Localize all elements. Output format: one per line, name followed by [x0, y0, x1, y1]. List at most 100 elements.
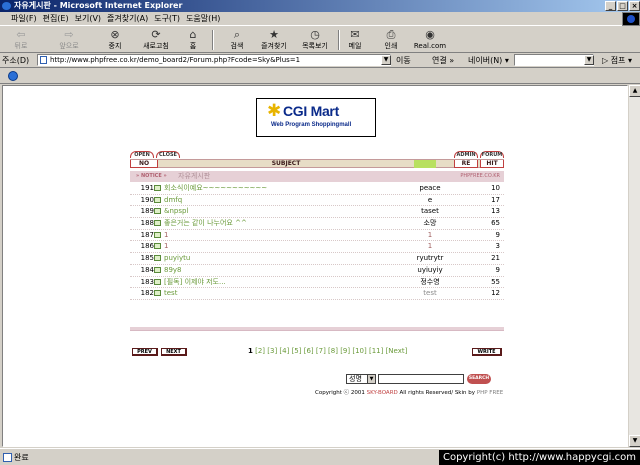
post-subject[interactable]: 좋은거는 같이 나누어요 ^^ — [164, 218, 247, 229]
search-button[interactable]: ⌕ 검색 — [226, 28, 248, 52]
menu-favorites[interactable]: 즐겨찾기(A) — [104, 12, 151, 26]
menu-edit[interactable]: 편집(E) — [40, 12, 72, 26]
go-button[interactable]: 이동 — [396, 55, 411, 66]
menubar: 파일(F) 편집(E) 보기(V) 즐겨찾기(A) 도구(T) 도움말(H) — [0, 12, 640, 26]
post-icon — [154, 290, 161, 297]
refresh-icon: ⟳ — [151, 28, 161, 41]
menu-view[interactable]: 보기(V) — [72, 12, 104, 26]
table-row[interactable]: 184 89y8 uyiuyiy 9 — [130, 265, 504, 277]
naver-search-input[interactable] — [514, 54, 594, 66]
close-button[interactable]: × — [629, 1, 640, 11]
page-link[interactable]: [11] — [369, 347, 383, 355]
scroll-up-icon[interactable]: ▲ — [629, 85, 640, 97]
phpfree-link[interactable]: PHP FREE — [477, 390, 503, 396]
print-button[interactable]: ⎙ 인쇄 — [380, 28, 402, 52]
stop-button[interactable]: ⊗ 중지 — [104, 28, 126, 52]
menu-tools[interactable]: 도구(T) — [151, 12, 183, 26]
post-subject[interactable]: [필독] 이제야 저도... — [164, 277, 226, 288]
address-input[interactable]: http://www.phpfree.co.kr/demo_board2/For… — [37, 54, 391, 66]
vertical-scrollbar[interactable]: ▲ ▼ — [628, 85, 640, 447]
page-next-link[interactable]: [Next] — [386, 347, 408, 355]
post-subject[interactable]: dmfq — [164, 195, 182, 206]
naver-toolbar-button[interactable]: 네이버(N) ▾ — [468, 55, 509, 66]
post-hits: 9 — [495, 265, 500, 274]
print-icon: ⎙ — [386, 28, 396, 41]
back-button[interactable]: ⇦ 뒤로 — [6, 28, 36, 52]
search-input[interactable] — [378, 374, 464, 384]
post-number: 184 — [140, 265, 154, 274]
admin-tab-button[interactable]: ADMIN — [454, 151, 478, 158]
post-hits: 13 — [491, 207, 500, 216]
naver-dropdown-arrow-icon[interactable]: ▼ — [584, 55, 594, 65]
address-bar: 주소(D) http://www.phpfree.co.kr/demo_boar… — [0, 53, 640, 68]
close-tab-button[interactable]: CLOSE — [156, 151, 180, 158]
home-button[interactable]: ⌂ 홈 — [184, 28, 202, 52]
maximize-button[interactable]: □ — [617, 1, 628, 11]
table-row[interactable]: 186 1 1 3 — [130, 241, 504, 254]
post-subject[interactable]: 89y8 — [164, 265, 182, 276]
open-tab-button[interactable]: OPEN — [130, 151, 154, 158]
table-row[interactable]: 185 puyiytu ryutrytr 21 — [130, 253, 504, 265]
ie-logo-icon — [2, 2, 11, 10]
page-link[interactable]: [8] — [328, 347, 338, 355]
page-link[interactable]: [3] — [267, 347, 277, 355]
page-link[interactable]: [7] — [316, 347, 326, 355]
post-icon — [154, 266, 161, 273]
favorites-button[interactable]: ★ 즐겨찾기 — [256, 28, 292, 52]
forward-button[interactable]: ⇨ 앞으로 — [52, 28, 86, 52]
page-link[interactable]: [10] — [352, 347, 366, 355]
links-button[interactable]: 연결 » — [432, 55, 454, 66]
search-field-select[interactable]: 성명 ▼ — [346, 374, 376, 384]
post-author: ryutrytr — [416, 254, 444, 263]
post-hits: 3 — [495, 242, 500, 251]
header-no: NO — [130, 160, 158, 168]
history-icon: ◷ — [310, 28, 320, 41]
menu-file[interactable]: 파일(F) — [8, 12, 40, 26]
table-row[interactable]: 191 회소식이예요~~~~~~~~~~~ peace 10 — [130, 183, 504, 195]
table-row[interactable]: 187 1 1 9 — [130, 230, 504, 242]
post-subject[interactable]: &npspl — [164, 206, 188, 217]
page-link[interactable]: [4] — [279, 347, 289, 355]
forward-arrow-icon: ⇨ — [64, 28, 74, 41]
cgimart-banner[interactable]: ✱ CGI Mart Web Program Shoppingmall — [256, 98, 376, 137]
prev-button[interactable]: PREV — [132, 348, 158, 356]
post-subject[interactable]: 회소식이예요~~~~~~~~~~~ — [164, 183, 267, 194]
search-submit-button[interactable]: SEARCH — [467, 374, 491, 384]
address-dropdown-arrow-icon[interactable]: ▼ — [381, 55, 391, 65]
next-button[interactable]: NEXT — [161, 348, 187, 356]
post-author[interactable]: 1 — [390, 230, 470, 241]
page-link[interactable]: [9] — [340, 347, 350, 355]
page-link[interactable]: [2] — [255, 347, 265, 355]
page-link[interactable]: [5] — [292, 347, 302, 355]
scroll-down-icon[interactable]: ▼ — [629, 435, 640, 447]
skyboard-link[interactable]: SKY-BOARD — [367, 390, 398, 396]
post-subject[interactable]: 1 — [164, 241, 168, 252]
post-author: 정수영 — [420, 277, 440, 286]
jump-button[interactable]: ▷ 점프 ▾ — [602, 55, 632, 66]
page-link[interactable]: [6] — [304, 347, 314, 355]
write-button[interactable]: WRITE — [472, 348, 502, 356]
table-row[interactable]: 183 [필독] 이제야 저도... 정수영 55 — [130, 277, 504, 289]
forum-tab-button[interactable]: FORUM — [480, 151, 504, 158]
post-subject[interactable]: test — [164, 288, 177, 299]
post-subject[interactable]: 1 — [164, 230, 168, 241]
table-row[interactable]: 182 test test 12 — [130, 288, 504, 300]
mail-button[interactable]: ✉ 메일 — [344, 28, 366, 52]
history-button[interactable]: ◷ 목록보기 — [298, 28, 332, 52]
menu-help[interactable]: 도움말(H) — [183, 12, 223, 26]
link-globe-icon[interactable] — [8, 71, 18, 81]
minimize-button[interactable]: _ — [605, 1, 616, 11]
table-row[interactable]: 189 &npspl taset 13 — [130, 206, 504, 219]
mail-label: 메일 — [348, 42, 362, 50]
history-label: 목록보기 — [302, 42, 328, 50]
table-row[interactable]: 188 좋은거는 같이 나누어요 ^^ 소망 65 — [130, 218, 504, 230]
table-row[interactable]: 190 dmfq e 17 — [130, 195, 504, 207]
post-subject[interactable]: puyiytu — [164, 253, 190, 264]
post-author: uyiuyiy — [417, 265, 443, 274]
realcom-button[interactable]: ◉ Real.com — [412, 28, 448, 52]
post-author[interactable]: 1 — [390, 241, 470, 252]
post-list: 191 회소식이예요~~~~~~~~~~~ peace 10 190 dmfq … — [130, 183, 504, 300]
notice-bar: » NOTICE » 자유게시판 PHPFREE.CO.KR — [130, 171, 504, 182]
post-number: 185 — [140, 254, 154, 263]
refresh-button[interactable]: ⟳ 새로고침 — [138, 28, 174, 52]
